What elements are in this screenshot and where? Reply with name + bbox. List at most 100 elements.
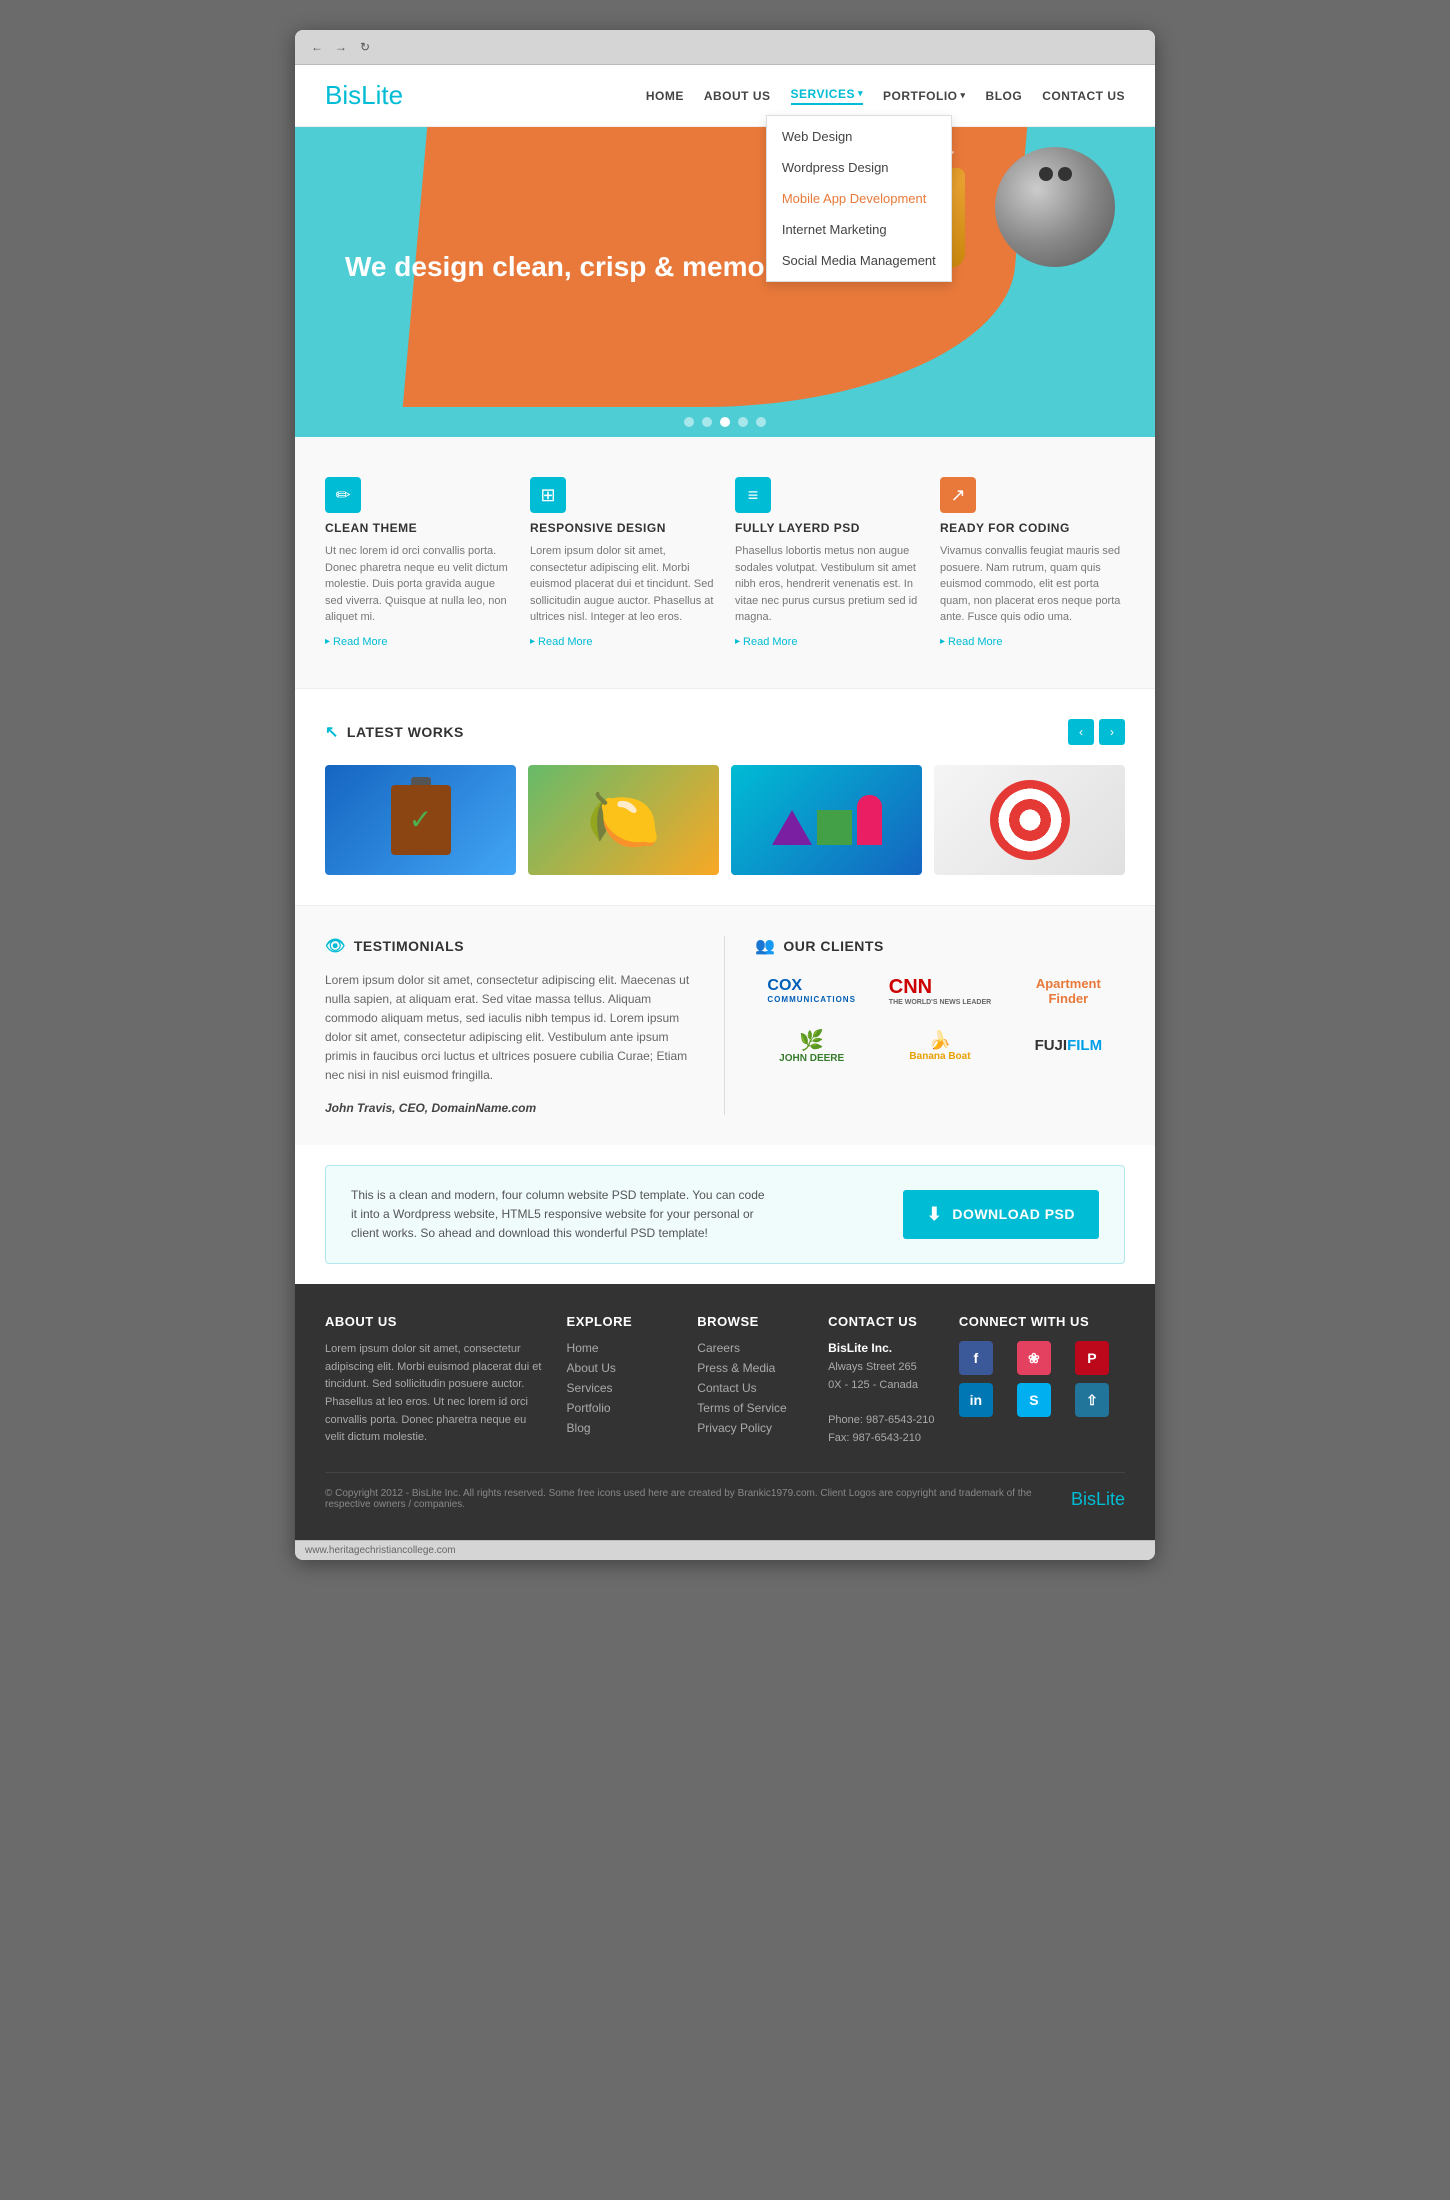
nav-home[interactable]: HOME bbox=[646, 89, 684, 103]
skype-icon[interactable]: S bbox=[1017, 1383, 1051, 1417]
clients-section: 👥 OUR CLIENTS COX COMMUNICATIONS CNN THE… bbox=[725, 936, 1125, 1115]
back-button[interactable]: ← bbox=[310, 40, 324, 54]
prev-arrow[interactable]: ‹ bbox=[1068, 719, 1094, 745]
client-fujifilm: FUJIFILM bbox=[1012, 1026, 1125, 1066]
nav-blog[interactable]: BLOG bbox=[986, 89, 1023, 103]
clipboard-body: ✓ bbox=[391, 785, 451, 855]
dot-5[interactable] bbox=[756, 417, 766, 427]
feature-icon-layers: ≡ bbox=[735, 477, 771, 513]
feature-text-2: Lorem ipsum dolor sit amet, consectetur … bbox=[530, 543, 715, 626]
footer-link-portfolio[interactable]: Portfolio bbox=[567, 1401, 678, 1415]
bowling-holes bbox=[1039, 167, 1072, 181]
latest-works-title: ↖ LATEST WORKS bbox=[325, 722, 464, 742]
feature-title-1: CLEAN THEME bbox=[325, 521, 510, 535]
footer-about: ABOUT US Lorem ipsum dolor sit amet, con… bbox=[325, 1314, 547, 1447]
nav-services[interactable]: SERVICES ▾ bbox=[791, 87, 864, 105]
share-icon[interactable]: ⇧ bbox=[1075, 1383, 1109, 1417]
next-arrow[interactable]: › bbox=[1099, 719, 1125, 745]
site-header: BisLite HOME ABOUT US SERVICES ▾ PORTFOL… bbox=[295, 65, 1155, 127]
latest-works-header: ↖ LATEST WORKS ‹ › bbox=[325, 719, 1125, 745]
dropdown-web-design[interactable]: Web Design bbox=[767, 121, 951, 152]
feature-text-1: Ut nec lorem id orci convallis porta. Do… bbox=[325, 543, 510, 626]
cursor-icon: ↖ bbox=[325, 722, 339, 742]
testimonials-section: 👁 TESTIMONIALS Lorem ipsum dolor sit ame… bbox=[325, 936, 725, 1115]
dropdown-mobile-app[interactable]: Mobile App Development bbox=[767, 183, 951, 214]
site-logo: BisLite bbox=[325, 80, 403, 111]
footer-address: Always Street 265 0X - 125 - Canada Phon… bbox=[828, 1359, 939, 1447]
footer-link-blog[interactable]: Blog bbox=[567, 1421, 678, 1435]
dot-4[interactable] bbox=[738, 417, 748, 427]
dropdown-internet-marketing[interactable]: Internet Marketing bbox=[767, 214, 951, 245]
footer-link-services[interactable]: Services bbox=[567, 1381, 678, 1395]
feature-clean-theme: ✏ CLEAN THEME Ut nec lorem id orci conva… bbox=[325, 477, 510, 648]
browser-toolbar: ← → ↻ bbox=[295, 30, 1155, 65]
box-shape bbox=[817, 810, 852, 845]
client-cnn: CNN THE WORLD'S NEWS LEADER bbox=[883, 971, 996, 1011]
work-item-1[interactable]: ✓ bbox=[325, 765, 516, 875]
refresh-button[interactable]: ↻ bbox=[358, 40, 372, 54]
footer-logo: BisLite bbox=[1071, 1489, 1125, 1510]
shapes-illustration bbox=[772, 795, 882, 845]
dropdown-social-media[interactable]: Social Media Management bbox=[767, 245, 951, 276]
footer-link-terms[interactable]: Terms of Service bbox=[697, 1401, 808, 1415]
dot-1[interactable] bbox=[684, 417, 694, 427]
linkedin-icon[interactable]: in bbox=[959, 1383, 993, 1417]
read-more-2[interactable]: Read More bbox=[530, 636, 715, 648]
instagram-icon[interactable]: ❀ bbox=[1017, 1341, 1051, 1375]
footer-grid: ABOUT US Lorem ipsum dolor sit amet, con… bbox=[325, 1314, 1125, 1447]
cta-text: This is a clean and modern, four column … bbox=[351, 1186, 771, 1244]
cylinder-shape bbox=[857, 795, 882, 845]
footer-link-contact[interactable]: Contact Us bbox=[697, 1381, 808, 1395]
dot-2[interactable] bbox=[702, 417, 712, 427]
nav-portfolio[interactable]: PORTFOLIO ▾ bbox=[883, 89, 966, 103]
footer-browse: BROWSE Careers Press & Media Contact Us … bbox=[697, 1314, 808, 1447]
work-item-4[interactable] bbox=[934, 765, 1125, 875]
clients-title: 👥 OUR CLIENTS bbox=[755, 936, 1125, 956]
footer-link-privacy[interactable]: Privacy Policy bbox=[697, 1421, 808, 1435]
footer-link-careers[interactable]: Careers bbox=[697, 1341, 808, 1355]
footer-browse-title: BROWSE bbox=[697, 1314, 808, 1329]
chevron-down-icon: ▾ bbox=[858, 88, 863, 99]
bowling-ball-illustration bbox=[995, 147, 1115, 267]
testimonial-author: John Travis, CEO, DomainName.com bbox=[325, 1101, 694, 1115]
people-icon: 👥 bbox=[755, 936, 775, 956]
footer-bottom: © Copyright 2012 - BisLite Inc. All righ… bbox=[325, 1472, 1125, 1510]
bowling-hole-1 bbox=[1039, 167, 1053, 181]
feature-coding: ↗ READY FOR CODING Vivamus convallis feu… bbox=[940, 477, 1125, 648]
nav-about[interactable]: ABOUT US bbox=[704, 89, 771, 103]
forward-button[interactable]: → bbox=[334, 40, 348, 54]
dropdown-wordpress[interactable]: Wordpress Design bbox=[767, 152, 951, 183]
works-nav-arrows: ‹ › bbox=[1068, 719, 1125, 745]
feature-icon-coding: ↗ bbox=[940, 477, 976, 513]
feature-title-2: RESPONSIVE DESIGN bbox=[530, 521, 715, 535]
features-section: ✏ CLEAN THEME Ut nec lorem id orci conva… bbox=[295, 437, 1155, 689]
feature-icon-responsive: ⊞ bbox=[530, 477, 566, 513]
work-item-2[interactable]: 🍋 bbox=[528, 765, 719, 875]
footer-link-press[interactable]: Press & Media bbox=[697, 1361, 808, 1375]
read-more-4[interactable]: Read More bbox=[940, 636, 1125, 648]
services-dropdown: Web Design Wordpress Design Mobile App D… bbox=[766, 115, 952, 282]
pinterest-icon[interactable]: P bbox=[1075, 1341, 1109, 1375]
site-footer: ABOUT US Lorem ipsum dolor sit amet, con… bbox=[295, 1284, 1155, 1540]
testimonials-clients-section: 👁 TESTIMONIALS Lorem ipsum dolor sit ame… bbox=[295, 905, 1155, 1145]
nav-contact[interactable]: CONTACT US bbox=[1042, 89, 1125, 103]
clients-grid: COX COMMUNICATIONS CNN THE WORLD'S NEWS … bbox=[755, 971, 1125, 1066]
read-more-1[interactable]: Read More bbox=[325, 636, 510, 648]
feature-psd: ≡ FULLY LAYERD PSD Phasellus lobortis me… bbox=[735, 477, 920, 648]
footer-link-about[interactable]: About Us bbox=[567, 1361, 678, 1375]
facebook-icon[interactable]: f bbox=[959, 1341, 993, 1375]
dot-3[interactable] bbox=[720, 417, 730, 427]
work-item-3[interactable] bbox=[731, 765, 922, 875]
feature-icon-pencil: ✏ bbox=[325, 477, 361, 513]
feature-text-4: Vivamus convallis feugiat mauris sed pos… bbox=[940, 543, 1125, 626]
read-more-3[interactable]: Read More bbox=[735, 636, 920, 648]
footer-link-home[interactable]: Home bbox=[567, 1341, 678, 1355]
footer-contact-title: CONTACT US bbox=[828, 1314, 939, 1329]
lemon-illustration: 🍋 bbox=[586, 784, 661, 855]
feature-responsive: ⊞ RESPONSIVE DESIGN Lorem ipsum dolor si… bbox=[530, 477, 715, 648]
download-button[interactable]: ⬇ DOWNLOAD PSD bbox=[903, 1190, 1099, 1239]
slider-dots bbox=[295, 407, 1155, 437]
download-cta: This is a clean and modern, four column … bbox=[325, 1165, 1125, 1265]
footer-contact: CONTACT US BisLite Inc. Always Street 26… bbox=[828, 1314, 939, 1447]
testimonial-text: Lorem ipsum dolor sit amet, consectetur … bbox=[325, 971, 694, 1086]
